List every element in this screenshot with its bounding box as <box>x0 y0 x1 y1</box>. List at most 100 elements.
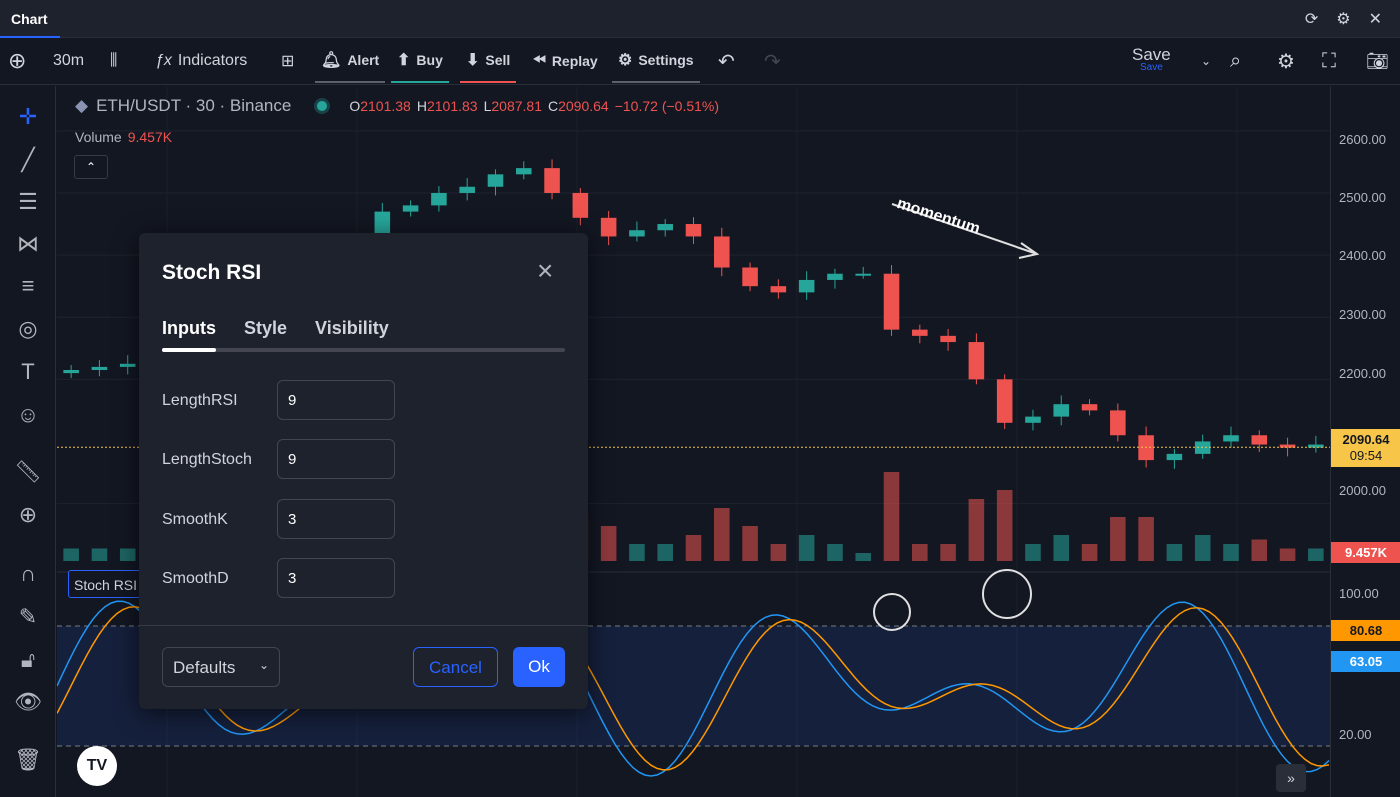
symbol-name[interactable]: ETH/USDT · 30 · Binance <box>96 96 291 116</box>
replay-label: Replay <box>551 53 598 69</box>
fullscreen-icon: ⛶ <box>1322 49 1336 72</box>
candle-body <box>119 363 136 367</box>
volume-bar <box>996 490 1013 561</box>
lock-drawing-icon[interactable]: ✎ <box>12 601 44 633</box>
change-value: −10.72 (−0.51%) <box>614 98 720 114</box>
candle-body <box>657 224 673 231</box>
defaults-dropdown[interactable]: Defaults ⌄ <box>162 647 280 687</box>
save-dropdown-button[interactable]: ⌄ <box>1201 39 1211 83</box>
tab-visibility[interactable]: Visibility <box>315 318 389 339</box>
candle-body <box>515 168 532 175</box>
volume-bar <box>1251 539 1268 561</box>
ruler-icon[interactable]: 📏︎ <box>12 456 44 488</box>
rewind-icon: ⏪︎ <box>533 52 546 69</box>
volume-bar <box>1138 517 1154 561</box>
indicator-legend[interactable]: Stoch RSI <box>68 570 148 598</box>
chart-type-button[interactable]: ⫼ <box>110 39 117 83</box>
sell-button[interactable]: ⬇ Sell <box>460 39 517 83</box>
trend-line-icon[interactable]: ╱ <box>12 144 44 176</box>
trash-icon[interactable]: 🗑︎ <box>12 744 44 776</box>
smooth-k-input[interactable] <box>277 499 395 539</box>
add-symbol-button[interactable]: ⊕ <box>8 39 26 83</box>
length-rsi-input[interactable] <box>277 380 395 420</box>
indicators-button[interactable]: ƒx Indicators <box>155 39 247 83</box>
refresh-icon[interactable]: ⟳ <box>1305 9 1318 29</box>
price-label: 2500.00 <box>1339 190 1386 205</box>
bell-icon: 🔔︎ <box>321 52 342 69</box>
cancel-button[interactable]: Cancel <box>413 647 498 687</box>
alert-button[interactable]: 🔔︎ Alert <box>315 39 386 83</box>
horizontal-lines-icon[interactable]: ☰ <box>12 186 44 218</box>
length-stoch-input[interactable] <box>277 439 395 479</box>
volume-badge: 9.457K <box>1331 542 1400 563</box>
arrow-up-icon: ⬆ <box>397 52 411 69</box>
close-icon[interactable]: ✕ <box>1369 9 1382 29</box>
brush-icon[interactable]: ◎ <box>12 313 44 345</box>
chevron-down-icon: ⌄ <box>1201 54 1212 68</box>
candle-body <box>883 273 900 330</box>
tradingview-logo[interactable]: TV <box>77 746 117 786</box>
volume-bar <box>1081 544 1098 561</box>
timeframe-button[interactable]: 30m <box>53 39 84 83</box>
rsi-level-label: 100.00 <box>1339 586 1379 601</box>
templates-button[interactable]: ⊞ <box>281 39 294 83</box>
candle-body <box>544 168 560 193</box>
gear-icon: ⚙ <box>1277 50 1295 73</box>
volume-bar <box>91 548 108 561</box>
settings-button[interactable]: ⚙ Settings <box>612 39 700 83</box>
symbol-legend: ◆ ETH/USDT · 30 · Binance O2101.38 H2101… <box>75 96 719 116</box>
gear-icon[interactable]: ⚙ <box>1336 9 1350 29</box>
open-value: 2101.38 <box>360 98 411 114</box>
pattern-icon[interactable]: ⋈ <box>12 228 44 260</box>
stoch-rsi-dialog: Stoch RSI × Inputs Style Visibility Leng… <box>139 233 588 709</box>
text-icon[interactable]: T <box>12 356 44 388</box>
save-button[interactable]: Save Save <box>1132 45 1171 73</box>
replay-button[interactable]: ⏪︎ Replay <box>533 39 598 83</box>
emoji-icon[interactable]: ☺ <box>12 399 44 431</box>
alert-label: Alert <box>347 52 380 68</box>
price-axis[interactable]: 2600.00 2500.00 2400.00 2300.00 2200.00 … <box>1330 86 1400 797</box>
undo-button[interactable]: ↶ <box>718 39 735 83</box>
volume-bar <box>1110 517 1126 561</box>
dialog-title: Stoch RSI <box>162 261 262 284</box>
eye-icon[interactable]: 👁︎ <box>12 686 44 718</box>
high-key: H <box>416 98 427 114</box>
search-icon: ⌕ <box>1230 49 1242 72</box>
buy-button[interactable]: ⬆ Buy <box>391 39 449 83</box>
redo-button[interactable]: ↷ <box>764 39 781 83</box>
volume-bar <box>798 535 815 561</box>
plus-circle-icon: ⊕ <box>8 48 27 73</box>
close-icon[interactable]: × <box>537 257 553 285</box>
lock-icon[interactable]: 🔓︎ <box>12 644 44 676</box>
undo-icon: ↶ <box>718 50 735 73</box>
quick-search-button[interactable]: ⌕ <box>1230 39 1241 83</box>
snapshot-button[interactable]: 📷︎ <box>1366 39 1389 83</box>
candle-body <box>940 335 956 343</box>
candle-body <box>431 192 447 206</box>
crosshair-icon[interactable]: ✛ <box>12 101 44 133</box>
smooth-k-label: SmoothK <box>162 511 228 528</box>
tab-inputs[interactable]: Inputs <box>162 318 216 339</box>
redo-icon: ↷ <box>764 50 781 73</box>
candle-body <box>742 267 758 287</box>
last-price: 2090.64 <box>1342 432 1390 447</box>
scroll-to-realtime-button[interactable]: » <box>1276 764 1306 792</box>
candle-body <box>91 366 108 371</box>
tab-style[interactable]: Style <box>244 318 287 339</box>
magnet-icon[interactable]: ∩ <box>12 558 44 590</box>
collapse-legend-button[interactable]: ⌃ <box>74 155 108 179</box>
tab-chart[interactable]: Chart <box>0 0 60 38</box>
volume-bar <box>119 548 136 561</box>
volume-value: 9.457K <box>127 129 173 145</box>
fib-icon[interactable]: ≡ <box>12 270 44 302</box>
zoom-in-icon[interactable]: ⊕ <box>12 499 44 531</box>
ok-button[interactable]: Ok <box>513 647 565 687</box>
candle-body <box>1251 435 1268 445</box>
volume-bar <box>912 544 928 561</box>
fullscreen-button[interactable]: ⛶ <box>1322 39 1336 83</box>
chart-settings-button[interactable]: ⚙ <box>1277 39 1295 83</box>
volume-bar <box>600 526 617 561</box>
smooth-d-input[interactable] <box>277 558 395 598</box>
volume-bar <box>1166 544 1183 561</box>
close-key: C <box>547 98 559 114</box>
